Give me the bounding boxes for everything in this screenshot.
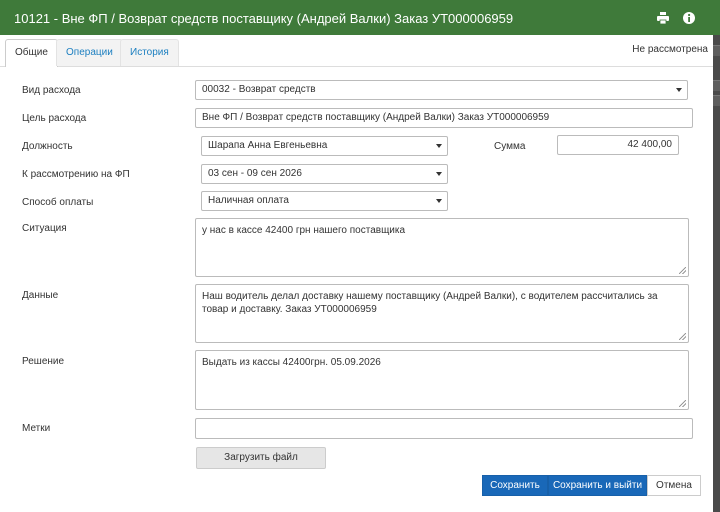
- backdrop-marker: [713, 95, 720, 106]
- printer-icon[interactable]: [656, 11, 670, 25]
- payment-method-label: Способ оплаты: [22, 197, 94, 208]
- situation-value: у нас в кассе 42400 грн нашего поставщик…: [202, 225, 406, 236]
- expense-type-select[interactable]: 00032 - Возврат средств: [195, 80, 688, 100]
- status-badge: Не рассмотрена: [632, 44, 708, 55]
- tab-bar: Общие Операции История: [0, 35, 720, 67]
- payment-method-value: Наличная оплата: [208, 195, 289, 206]
- position-select[interactable]: Шарапа Анна Евгеньевна: [201, 136, 448, 156]
- chevron-down-icon: [436, 172, 442, 176]
- tab-history[interactable]: История: [120, 39, 179, 66]
- save-and-exit-button[interactable]: Сохранить и выйти: [548, 475, 647, 496]
- tab-general[interactable]: Общие: [5, 39, 58, 67]
- expense-type-value: 00032 - Возврат средств: [202, 84, 316, 95]
- chevron-down-icon: [676, 88, 682, 92]
- decision-value: Выдать из кассы 42400грн. 05.09.2026: [202, 357, 381, 368]
- dialog-window: 10121 - Вне ФП / Возврат средств поставщ…: [0, 0, 720, 512]
- decision-textarea[interactable]: Выдать из кассы 42400грн. 05.09.2026: [195, 350, 689, 410]
- expense-purpose-value: Вне ФП / Возврат средств поставщику (Анд…: [202, 112, 550, 123]
- amount-label: Сумма: [494, 141, 526, 152]
- upload-file-button[interactable]: Загрузить файл: [196, 447, 326, 469]
- backdrop-strip: [713, 35, 720, 512]
- cancel-button[interactable]: Отмена: [647, 475, 701, 496]
- expense-type-label: Вид расхода: [22, 85, 81, 96]
- position-value: Шарапа Анна Евгеньевна: [208, 140, 328, 151]
- resize-grip-icon[interactable]: [679, 267, 686, 274]
- fp-review-label: К рассмотрению на ФП: [22, 169, 130, 180]
- position-label: Должность: [22, 141, 73, 152]
- situation-textarea[interactable]: у нас в кассе 42400 грн нашего поставщик…: [195, 218, 689, 277]
- title-bar: 10121 - Вне ФП / Возврат средств поставщ…: [0, 0, 720, 35]
- info-icon[interactable]: [682, 11, 696, 25]
- resize-grip-icon[interactable]: [679, 400, 686, 407]
- amount-value: 42 400,00: [627, 139, 673, 150]
- decision-label: Решение: [22, 356, 65, 367]
- backdrop-marker: [713, 80, 720, 91]
- tags-label: Метки: [22, 423, 51, 434]
- chevron-down-icon: [436, 199, 442, 203]
- fp-review-value: 03 сен - 09 сен 2026: [208, 168, 302, 179]
- window-title: 10121 - Вне ФП / Возврат средств поставщ…: [14, 11, 514, 26]
- details-value: Наш водитель делал доставку нашему поста…: [202, 291, 658, 315]
- payment-method-select[interactable]: Наличная оплата: [201, 191, 448, 211]
- details-label: Данные: [22, 290, 59, 301]
- backdrop-marker: [713, 45, 720, 56]
- tab-operations[interactable]: Операции: [56, 39, 123, 66]
- tags-input[interactable]: [195, 418, 693, 439]
- details-textarea[interactable]: Наш водитель делал доставку нашему поста…: [195, 284, 689, 343]
- expense-purpose-input[interactable]: Вне ФП / Возврат средств поставщику (Анд…: [195, 108, 693, 128]
- amount-input[interactable]: 42 400,00: [557, 135, 679, 155]
- chevron-down-icon: [436, 144, 442, 148]
- save-button[interactable]: Сохранить: [482, 475, 548, 496]
- fp-review-select[interactable]: 03 сен - 09 сен 2026: [201, 164, 448, 184]
- situation-label: Ситуация: [22, 223, 67, 234]
- expense-purpose-label: Цель расхода: [22, 113, 87, 124]
- resize-grip-icon[interactable]: [679, 333, 686, 340]
